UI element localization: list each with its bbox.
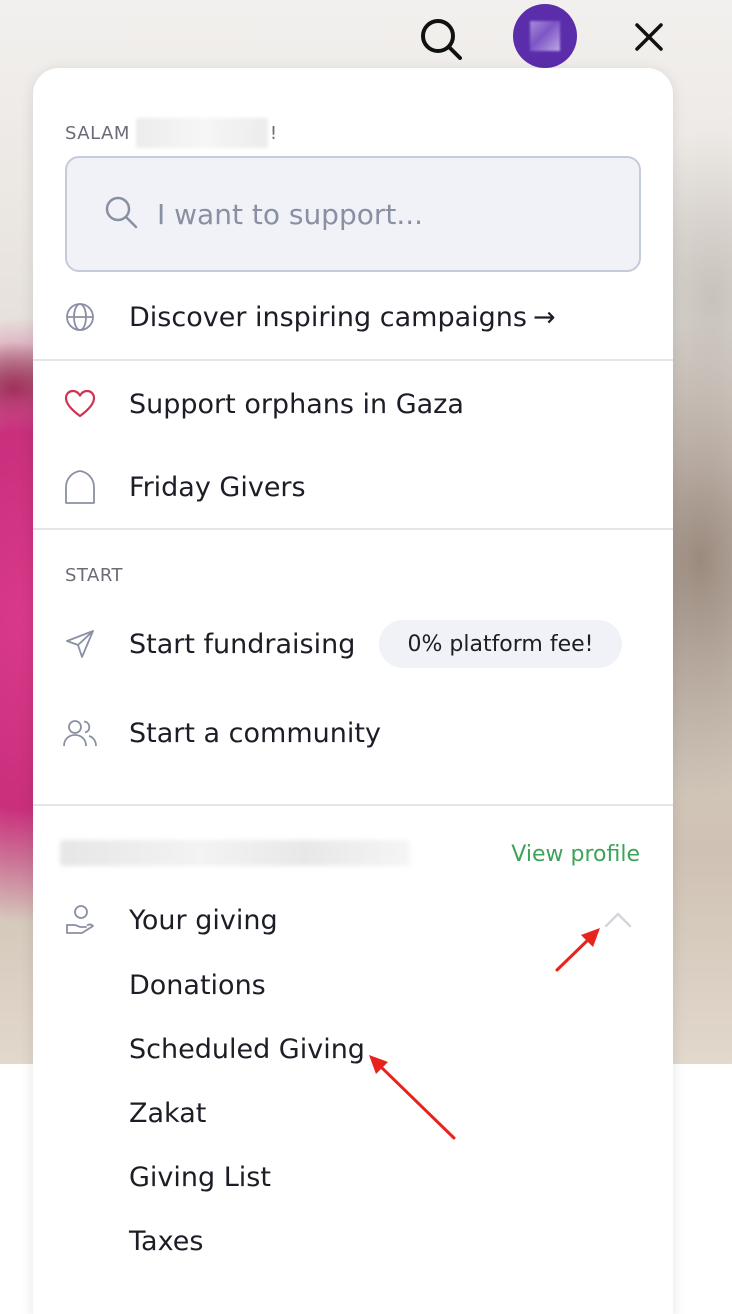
heart-icon: [62, 386, 98, 422]
start-community-label: Start a community: [129, 717, 381, 749]
start-section-title: START: [65, 565, 124, 586]
greeting-suffix: !: [269, 122, 278, 144]
search-field[interactable]: [65, 156, 641, 272]
avatar-image: [530, 21, 560, 51]
arrow-right-icon: →: [532, 301, 556, 333]
giving-item-donations[interactable]: Donations: [129, 970, 266, 1001]
your-giving-label: Your giving: [129, 904, 278, 936]
view-profile-link[interactable]: View profile: [511, 842, 640, 867]
greeting-prefix: SALAM: [65, 122, 130, 144]
search-field-icon: [103, 194, 139, 234]
discover-campaigns-label: Discover inspiring campaigns: [129, 301, 527, 333]
start-fundraising-label: Start fundraising: [129, 628, 356, 660]
arch-icon: [62, 469, 98, 505]
your-giving-toggle[interactable]: Your giving: [62, 902, 278, 938]
giving-hand-icon: [62, 902, 98, 938]
chevron-up-icon[interactable]: [600, 902, 636, 938]
close-icon[interactable]: [628, 16, 670, 58]
divider: [33, 804, 673, 806]
search-input[interactable]: [157, 197, 597, 231]
start-community-link[interactable]: Start a community: [62, 715, 381, 751]
search-icon[interactable]: [416, 14, 466, 64]
divider: [33, 359, 673, 361]
giving-item-scheduled-giving[interactable]: Scheduled Giving: [129, 1034, 365, 1065]
giving-item-giving-list[interactable]: Giving List: [129, 1162, 271, 1193]
favorite-item-label: Friday Givers: [129, 471, 306, 503]
redacted-user-name: [135, 118, 268, 148]
giving-item-zakat[interactable]: Zakat: [129, 1098, 206, 1129]
paper-plane-icon: [62, 626, 98, 662]
globe-icon: [62, 299, 98, 335]
redacted-user-email: [60, 840, 410, 866]
favorite-item-friday-givers[interactable]: Friday Givers: [62, 469, 306, 505]
avatar[interactable]: [513, 4, 577, 68]
favorite-item-support-orphans[interactable]: Support orphans in Gaza: [62, 386, 464, 422]
favorite-item-label: Support orphans in Gaza: [129, 388, 464, 420]
discover-campaigns-link[interactable]: Discover inspiring campaigns →: [62, 299, 556, 335]
divider: [33, 528, 673, 530]
greeting: SALAM !: [65, 118, 278, 148]
platform-fee-badge: 0% platform fee!: [379, 620, 622, 668]
start-fundraising-link[interactable]: Start fundraising: [62, 626, 355, 662]
users-icon: [62, 715, 98, 751]
giving-item-taxes[interactable]: Taxes: [129, 1226, 203, 1257]
